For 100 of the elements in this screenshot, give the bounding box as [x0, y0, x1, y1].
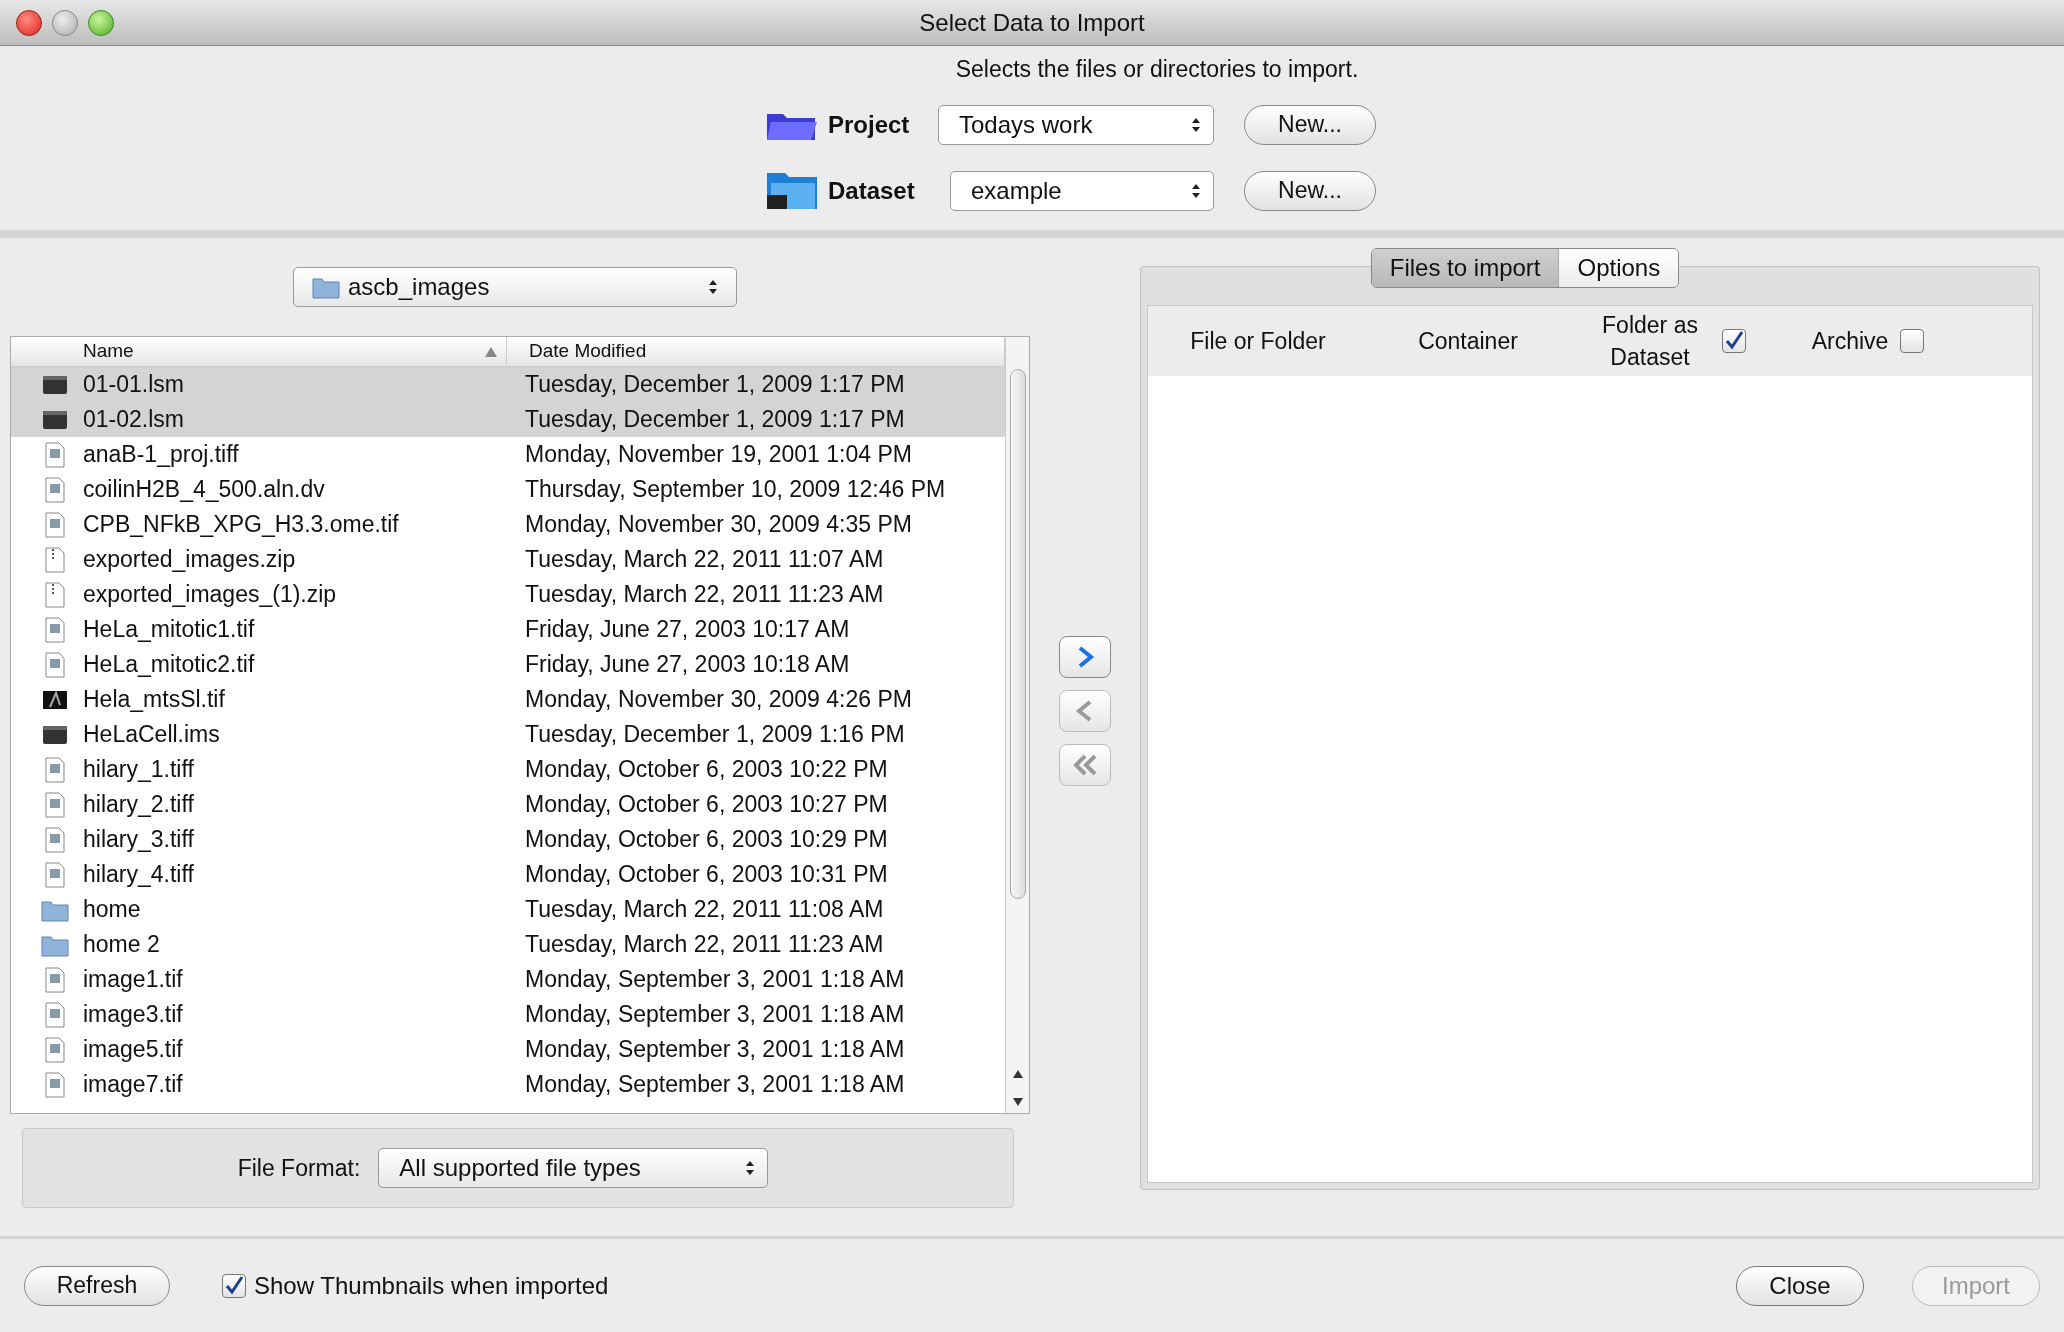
file-format-label: File Format: [237, 1153, 361, 1183]
zip-file-icon [45, 546, 65, 573]
image-file-icon [45, 651, 65, 678]
image-file-icon [45, 1001, 65, 1028]
minimize-icon[interactable] [52, 9, 78, 36]
file-row[interactable]: anaB-1_proj.tiff Monday, November 19, 2001 1:04 PM [11, 437, 1005, 472]
refresh-button[interactable]: Refresh [24, 1265, 170, 1306]
date-modified: Monday, September 3, 2001 1:18 AM [524, 965, 905, 995]
checkbox[interactable] [222, 1273, 246, 1298]
file-name: HeLa_mitotic1.tif [83, 615, 255, 645]
file-name: hilary_4.tiff [83, 860, 194, 890]
file-name: image3.tif [83, 1000, 183, 1030]
thumbnail-icon [42, 688, 68, 711]
image-file-icon [45, 791, 65, 818]
combo-box[interactable]: example [950, 170, 1214, 211]
column-header: Folder as Dataset [1601, 311, 1699, 372]
stepper-icon [708, 278, 718, 296]
new-button[interactable]: New... [1244, 104, 1376, 145]
file-row[interactable]: HeLa_mitotic2.tif Friday, June 27, 2003 10:18 AM [11, 647, 1005, 682]
file-row[interactable]: HeLa_mitotic1.tif Friday, June 27, 2003 10:17 AM [11, 612, 1005, 647]
file-row[interactable]: CPB_NFkB_XPG_H3.3.ome.tif Monday, November 30, 2009 4:35 PM [11, 507, 1005, 542]
field-label: Project [828, 109, 911, 140]
column-header: Archive [1811, 326, 1889, 356]
file-row[interactable]: exported_images_(1).zip Tuesday, March 22, 2011 11:23 AM [11, 577, 1005, 612]
checkbox-label: Show Thumbnails when imported [254, 1270, 609, 1301]
stepper-icon [745, 1159, 756, 1177]
sort-arrow-icon [484, 345, 498, 358]
column-header[interactable]: Name [11, 337, 507, 366]
date-modified: Monday, September 3, 2001 1:18 AM [524, 1070, 905, 1100]
date-modified: Tuesday, March 22, 2011 11:23 AM [524, 930, 884, 960]
file-name: exported_images_(1).zip [83, 580, 337, 610]
column-header: Container [1418, 326, 1518, 356]
file-format-combo-box[interactable]: All supported file types [378, 1148, 769, 1188]
file-name: hilary_3.tiff [83, 825, 194, 855]
image-file-icon [45, 826, 65, 853]
file-row[interactable]: home 2 Tuesday, March 22, 2011 11:23 AM [11, 927, 1005, 962]
image-file-icon [45, 441, 65, 468]
date-modified: Tuesday, March 22, 2011 11:23 AM [524, 580, 884, 610]
file-row[interactable]: exported_images.zip Tuesday, March 22, 2011 11:07 AM [11, 542, 1005, 577]
date-modified: Monday, September 3, 2001 1:18 AM [524, 1035, 905, 1065]
date-modified: Tuesday, March 22, 2011 11:08 AM [524, 895, 884, 925]
image-file-icon [45, 756, 65, 783]
file-row[interactable]: hilary_4.tiff Monday, October 6, 2003 10:31 PM [11, 857, 1005, 892]
file-name: CPB_NFkB_XPG_H3.3.ome.tif [83, 510, 399, 540]
date-modified: Tuesday, December 1, 2009 1:17 PM [524, 370, 905, 400]
image-file-icon [42, 373, 68, 396]
file-name: hilary_1.tiff [83, 755, 194, 785]
file-row[interactable]: image1.tif Monday, September 3, 2001 1:18 AM [11, 962, 1005, 997]
file-name: coilinH2B_4_500.aln.dv [83, 475, 325, 505]
date-modified: Monday, October 6, 2003 10:31 PM [524, 860, 888, 890]
new-button[interactable]: New... [1244, 170, 1376, 211]
folder-icon [312, 275, 340, 299]
file-row[interactable]: 01-02.lsm Tuesday, December 1, 2009 1:17 PM [11, 402, 1005, 437]
folder-combo-box[interactable]: ascb_images [293, 267, 737, 307]
file-name: home [83, 895, 141, 925]
file-name: image7.tif [83, 1070, 183, 1100]
image-file-icon [42, 408, 68, 431]
date-modified: Monday, October 6, 2003 10:27 PM [524, 790, 888, 820]
file-name: HeLa_mitotic2.tif [83, 650, 255, 680]
checkbox[interactable] [1722, 329, 1746, 353]
date-modified: Monday, September 3, 2001 1:18 AM [524, 1000, 905, 1030]
file-row[interactable]: coilinH2B_4_500.aln.dv Thursday, September 10, 2009 12:46 PM [11, 472, 1005, 507]
file-row[interactable]: hilary_1.tiff Monday, October 6, 2003 10:22 PM [11, 752, 1005, 787]
tab[interactable]: Options [1558, 249, 1679, 287]
dialog-button[interactable]: Close [1736, 1265, 1864, 1306]
double-chevron-left-icon [1071, 752, 1099, 778]
close-icon[interactable] [16, 9, 42, 36]
file-row[interactable]: image5.tif Monday, September 3, 2001 1:18 AM [11, 1032, 1005, 1067]
file-row[interactable]: image3.tif Monday, September 3, 2001 1:18 AM [11, 997, 1005, 1032]
file-name: image5.tif [83, 1035, 183, 1065]
transfer-button[interactable] [1059, 636, 1111, 678]
file-row[interactable]: hilary_3.tiff Monday, October 6, 2003 10:29 PM [11, 822, 1005, 857]
checkbox[interactable] [1900, 329, 1925, 353]
image-file-icon [45, 966, 65, 993]
file-name: 01-02.lsm [83, 405, 184, 435]
file-row[interactable]: HeLaCell.ims Tuesday, December 1, 2009 1:16 PM [11, 717, 1005, 752]
scrollbar[interactable] [1005, 337, 1029, 1113]
date-modified: Tuesday, December 1, 2009 1:16 PM [524, 720, 905, 750]
window-title: Select Data to Import [919, 7, 1145, 38]
file-row[interactable]: 01-01.lsm Tuesday, December 1, 2009 1:17 PM [11, 367, 1005, 402]
date-modified: Monday, November 30, 2009 4:26 PM [524, 685, 912, 715]
file-row[interactable]: home Tuesday, March 22, 2011 11:08 AM [11, 892, 1005, 927]
zoom-icon[interactable] [88, 9, 114, 36]
file-name: exported_images.zip [83, 545, 296, 575]
image-file-icon [45, 511, 65, 538]
file-row[interactable]: Hela_mtsSl.tif Monday, November 30, 2009 4:26 PM [11, 682, 1005, 717]
file-name: home 2 [83, 930, 160, 960]
file-row[interactable]: hilary_2.tiff Monday, October 6, 2003 10:27 PM [11, 787, 1005, 822]
file-name: image1.tif [83, 965, 183, 995]
date-modified: Monday, October 6, 2003 10:29 PM [524, 825, 888, 855]
image-file-icon [42, 723, 68, 746]
tab[interactable]: Files to import [1371, 249, 1559, 287]
zip-file-icon [45, 581, 65, 608]
date-modified: Friday, June 27, 2003 10:18 AM [524, 650, 850, 680]
file-name: hilary_2.tiff [83, 790, 194, 820]
combo-box[interactable]: Todays work [938, 104, 1214, 145]
image-file-icon [45, 476, 65, 503]
file-name: HeLaCell.ims [83, 720, 220, 750]
file-row[interactable]: image7.tif Monday, September 3, 2001 1:18 AM [11, 1067, 1005, 1102]
file-name: 01-01.lsm [83, 370, 184, 400]
